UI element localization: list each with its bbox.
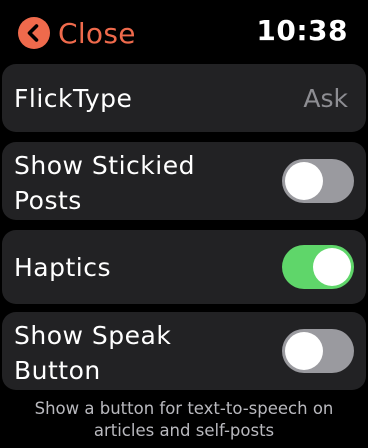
footer-line2: articles and self-posts <box>93 421 275 440</box>
toggle-knob <box>285 162 323 200</box>
chevron-left-icon <box>18 17 50 49</box>
footer-line1: Show a button for text-to-speech on <box>34 399 334 418</box>
show-stickied-posts-toggle[interactable] <box>282 159 354 203</box>
close-label: Close <box>58 16 136 50</box>
flicktype-label: FlickType <box>14 84 133 113</box>
show-stickied-label-line1: Show Stickied <box>14 151 195 180</box>
footer-description: Show a button for text-to-speech on arti… <box>0 398 368 442</box>
flicktype-value: Ask <box>303 84 348 113</box>
show-speak-button-toggle[interactable] <box>282 329 354 373</box>
show-speak-label-line2: Button <box>14 356 101 385</box>
toggle-knob <box>313 248 351 286</box>
show-speak-label-line1: Show Speak <box>14 321 172 350</box>
show-stickied-label-line2: Posts <box>14 186 82 215</box>
toggle-knob <box>285 332 323 370</box>
haptics-label: Haptics <box>14 253 112 282</box>
setting-row-haptics: Haptics <box>2 230 366 304</box>
haptics-toggle[interactable] <box>282 245 354 289</box>
clock-time: 10:38 <box>256 14 348 47</box>
setting-row-show-speak-button: Show Speak Button <box>2 312 366 390</box>
setting-row-show-stickied-posts: Show Stickied Posts <box>2 142 366 220</box>
setting-row-flicktype[interactable]: FlickType Ask <box>2 64 366 132</box>
close-button[interactable]: Close <box>18 14 136 52</box>
header-bar: Close 10:38 <box>0 0 368 62</box>
